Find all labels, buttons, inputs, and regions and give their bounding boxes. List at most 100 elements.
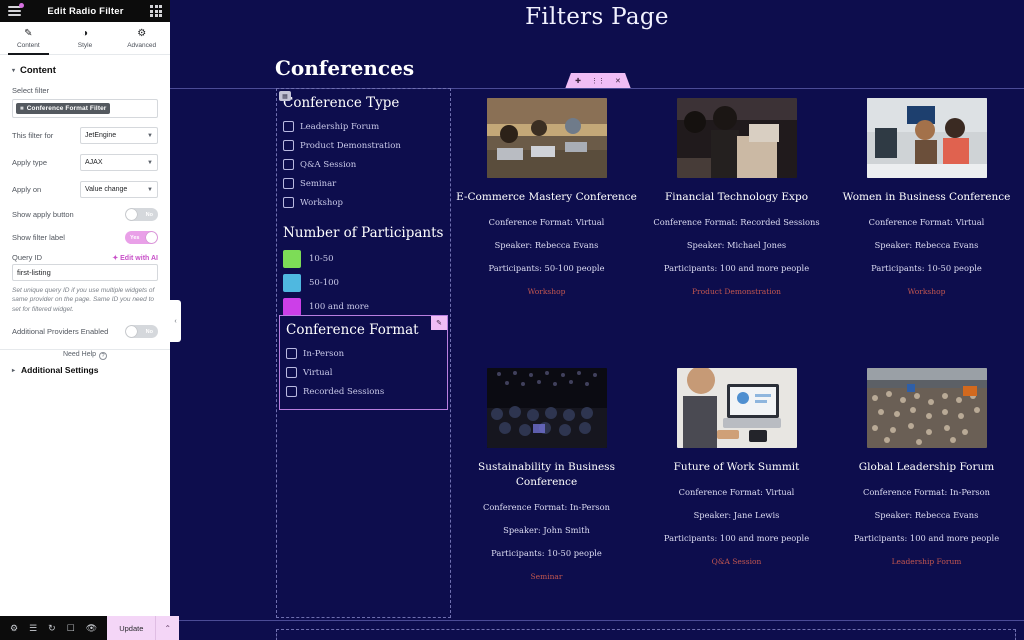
query-id-input[interactable]: first-listing <box>12 264 158 281</box>
card-tag[interactable]: Q&A Session <box>645 557 828 566</box>
checkbox-item[interactable]: Workshop <box>277 193 450 212</box>
settings-gear-icon[interactable]: ⚙ <box>10 623 18 633</box>
conference-card[interactable]: E-Commerce Mastery Conference Conference… <box>455 98 638 296</box>
responsive-icon[interactable]: ☐ <box>67 623 75 633</box>
show-filter-label-label: Show filter label <box>12 233 65 242</box>
apply-type-select[interactable]: AJAX ▼ <box>80 154 158 171</box>
card-participants: Participants: 100 and more people <box>663 263 810 274</box>
card-image-people-working-on-laptops <box>486 98 607 178</box>
checkbox-icon[interactable] <box>283 178 294 189</box>
checkbox-icon[interactable] <box>283 197 294 208</box>
conference-cards-grid: E-Commerce Mastery Conference Conference… <box>455 88 1024 618</box>
card-title: Sustainability in Business Conference <box>478 461 615 489</box>
additional-providers-label: Additional Providers Enabled <box>12 327 109 337</box>
column-handle-icon[interactable]: ▦ <box>279 91 291 101</box>
checkbox-label: Product Demonstration <box>300 140 401 151</box>
checkbox-item[interactable]: Q&A Session <box>277 155 450 174</box>
checkbox-icon[interactable] <box>283 121 294 132</box>
drag-handle-icon[interactable]: ⋮⋮ <box>591 78 605 85</box>
chevron-down-icon: ▾ <box>12 68 16 74</box>
conference-card[interactable]: Financial Technology Expo Conference For… <box>645 98 828 296</box>
checkbox-item[interactable]: Leadership Forum <box>277 117 450 136</box>
swatch-item[interactable]: 50-100 <box>277 271 450 295</box>
query-id-value: first-listing <box>17 268 51 277</box>
checkbox-item[interactable]: Product Demonstration <box>277 136 450 155</box>
color-swatch-blue[interactable] <box>283 274 301 292</box>
update-options-caret-icon[interactable]: ⌃ <box>155 616 180 640</box>
conference-format-widget[interactable]: ✎ Conference Format In-Person Virtual Re… <box>279 315 448 410</box>
card-title: Financial Technology Expo <box>664 191 809 203</box>
checkbox-label: Virtual <box>303 367 333 378</box>
this-filter-for-select[interactable]: JetEngine ▼ <box>80 127 158 144</box>
show-apply-button-toggle[interactable]: No <box>125 208 158 221</box>
panel-collapse-handle[interactable]: ‹ <box>170 300 181 342</box>
checkbox-icon[interactable] <box>283 159 294 170</box>
checkbox-item[interactable]: In-Person <box>280 344 447 363</box>
filters-column[interactable]: ▦ Conference Type Leadership Forum Produ… <box>276 88 451 618</box>
hamburger-icon[interactable] <box>8 2 24 17</box>
card-tag[interactable]: Leadership Forum <box>835 557 1018 566</box>
selected-filter-tag[interactable]: ■ Conference Format Filter <box>16 103 111 114</box>
card-speaker: Speaker: Rebecca Evans <box>494 240 599 251</box>
select-filter-input[interactable]: ■ Conference Format Filter <box>12 99 158 118</box>
content-section-header[interactable]: ▾ Content <box>0 55 170 84</box>
additional-providers-row: Additional Providers Enabled No <box>0 320 170 343</box>
color-swatch-magenta[interactable] <box>283 298 301 316</box>
contrast-icon: ◑ <box>81 28 89 39</box>
card-title: Future of Work Summit <box>673 461 800 473</box>
card-speaker: Speaker: Rebecca Evans <box>874 510 979 521</box>
conference-card[interactable]: Sustainability in Business Conference Co… <box>455 368 638 581</box>
tab-style[interactable]: ◑ Style <box>57 22 114 54</box>
preview-eye-icon[interactable]: 👁 <box>86 623 97 633</box>
update-button[interactable]: Update <box>107 616 156 640</box>
conference-card[interactable]: Global Leadership Forum Conference Forma… <box>835 368 1018 566</box>
card-image-seated-audience <box>676 98 797 178</box>
participants-title: Number of Participants <box>283 225 444 241</box>
plus-icon[interactable]: ✚ <box>575 78 581 85</box>
tab-advanced[interactable]: ⚙ Advanced <box>113 22 170 54</box>
chevron-down-icon: ▼ <box>147 186 153 193</box>
layers-icon[interactable]: ☰ <box>29 623 37 633</box>
card-format: Conference Format: In-Person <box>862 487 991 498</box>
checkbox-icon[interactable] <box>286 348 297 359</box>
tab-content-label: Content <box>16 42 40 49</box>
next-section-container[interactable] <box>276 629 1016 640</box>
conference-card[interactable]: Future of Work Summit Conference Format:… <box>645 368 828 566</box>
checkbox-icon[interactable] <box>286 386 297 397</box>
card-image-two-women-at-desk <box>866 98 987 178</box>
checkbox-item[interactable]: Virtual <box>280 363 447 382</box>
query-id-label: Query ID <box>12 253 43 262</box>
card-participants: Participants: 10-50 people <box>871 263 982 274</box>
checkbox-label: In-Person <box>303 348 345 359</box>
panel-footer: ⚙ ☰ ↻ ☐ 👁 Update ⌃ <box>0 616 180 640</box>
conference-card[interactable]: Women in Business Conference Conference … <box>835 98 1018 296</box>
grid-icon[interactable] <box>150 5 162 17</box>
apply-on-select[interactable]: Value change ▼ <box>80 181 158 198</box>
card-tag[interactable]: Product Demonstration <box>645 287 828 296</box>
swatch-item[interactable]: 10-50 <box>277 247 450 271</box>
history-icon[interactable]: ↻ <box>48 623 56 633</box>
additional-settings-header[interactable]: ▸ Additional Settings <box>0 356 170 384</box>
card-tag[interactable]: Seminar <box>455 572 638 581</box>
checkbox-item[interactable]: Seminar <box>277 174 450 193</box>
card-tag[interactable]: Workshop <box>455 287 638 296</box>
tab-content[interactable]: ✎ Content <box>0 22 57 55</box>
element-toolbar[interactable]: ✚ ⋮⋮ ✕ <box>565 73 631 89</box>
page-canvas: Filters Page ✚ ⋮⋮ ✕ Conferences ▦ Confer… <box>170 0 1024 640</box>
pencil-icon[interactable]: ✎ <box>431 316 447 330</box>
checkbox-icon[interactable] <box>286 367 297 378</box>
card-tag[interactable]: Workshop <box>835 287 1018 296</box>
color-swatch-green[interactable] <box>283 250 301 268</box>
edit-with-ai-link[interactable]: ✦ Edit with AI <box>112 254 158 262</box>
checkbox-icon[interactable] <box>283 140 294 151</box>
query-id-header: Query ID ✦ Edit with AI <box>0 249 170 264</box>
show-filter-label-toggle[interactable]: Yes <box>125 231 158 244</box>
additional-providers-toggle[interactable]: No <box>125 325 158 339</box>
this-filter-for-row: This filter for JetEngine ▼ <box>0 122 170 149</box>
card-speaker: Speaker: Jane Lewis <box>693 510 780 521</box>
checkbox-item[interactable]: Recorded Sessions <box>280 382 447 401</box>
additional-settings-label: Additional Settings <box>21 365 99 376</box>
panel-title: Edit Radio Filter <box>47 5 124 17</box>
close-icon[interactable]: ✕ <box>615 78 621 85</box>
need-help[interactable]: Need Help? <box>0 351 170 360</box>
